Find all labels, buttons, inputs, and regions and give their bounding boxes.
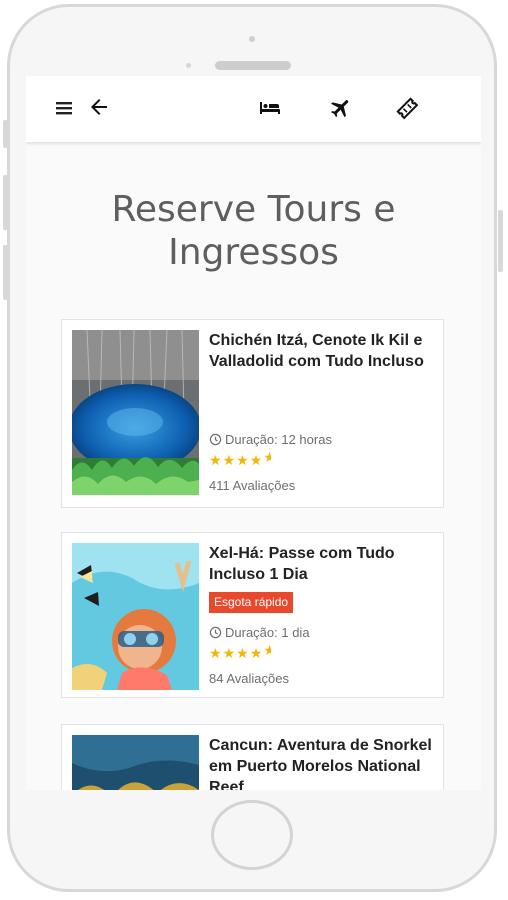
star-rating: ★★★★★: [209, 643, 271, 661]
clock-icon: [209, 626, 222, 639]
tour-card[interactable]: Chichén Itzá, Cenote Ik Kil e Valladolid…: [61, 319, 444, 508]
tour-duration: Duração: 12 horas: [209, 432, 332, 448]
selling-fast-badge: Esgota rápido: [209, 592, 294, 613]
tour-image-cenote: [72, 330, 199, 495]
star-full-icon: ★: [209, 452, 223, 468]
tour-image-xelha: [72, 543, 199, 690]
star-half-icon: ★: [263, 643, 272, 658]
volume-up-button: [3, 175, 8, 230]
star-full-icon: ★: [249, 645, 264, 661]
star-full-icon: ★: [222, 645, 237, 661]
tour-title[interactable]: Cancun: Aventura de Snorkel em Puerto Mo…: [209, 735, 437, 790]
airplane-flight-icon[interactable]: [329, 96, 353, 120]
star-full-icon: ★: [236, 452, 250, 468]
tour-title[interactable]: Xel-Há: Passe com Tudo Incluso 1 Dia: [209, 543, 437, 585]
clock-icon: [209, 433, 222, 446]
front-camera: [249, 36, 255, 42]
tour-image-snorkel: [72, 735, 199, 790]
tour-duration-text: Duração: 1 dia: [225, 625, 310, 640]
star-full-icon: ★: [209, 645, 223, 661]
power-button: [498, 210, 503, 272]
bed-hotel-icon[interactable]: [258, 96, 282, 120]
review-count: 411 Avaliações: [209, 478, 296, 493]
tour-card[interactable]: Xel-Há: Passe com Tudo Incluso 1 Dia Esg…: [61, 532, 444, 698]
volume-down-button: [3, 245, 8, 300]
tour-duration: Duração: 1 dia: [209, 625, 310, 641]
star-full-icon: ★: [249, 452, 264, 468]
arrow-left-icon[interactable]: [87, 95, 111, 119]
star-full-icon: ★: [236, 645, 250, 661]
ticket-icon[interactable]: [395, 96, 419, 120]
home-button[interactable]: [211, 800, 293, 870]
page-title: Reserve Tours e Ingressos: [111, 189, 396, 273]
review-count: 84 Avaliações: [209, 671, 289, 686]
earpiece-speaker: [215, 61, 291, 70]
star-full-icon: ★: [222, 452, 237, 468]
star-rating: ★★★★★: [209, 450, 271, 468]
hamburger-menu-icon[interactable]: [53, 96, 77, 120]
star-half-icon: ★: [263, 450, 272, 465]
app-screen: Reserve Tours e Ingressos Chichén Itzá, …: [26, 76, 481, 790]
top-app-bar: [26, 76, 481, 142]
tour-duration-text: Duração: 12 horas: [225, 432, 332, 447]
proximity-sensor: [186, 63, 191, 68]
tour-title[interactable]: Chichén Itzá, Cenote Ik Kil e Valladolid…: [209, 330, 437, 372]
tour-card[interactable]: Cancun: Aventura de Snorkel em Puerto Mo…: [61, 724, 444, 790]
mute-switch: [3, 120, 8, 148]
